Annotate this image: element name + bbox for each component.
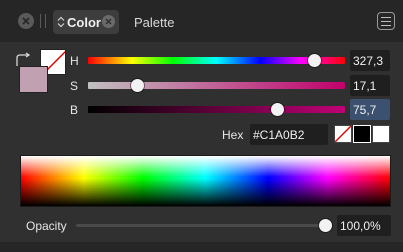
- brightness-slider-track[interactable]: [88, 106, 345, 113]
- brightness-value-field[interactable]: 75,7: [350, 99, 390, 120]
- brightness-label: B: [70, 103, 79, 117]
- saturation-slider-track[interactable]: [88, 82, 345, 89]
- saturation-slider-knob[interactable]: [130, 79, 144, 92]
- hex-input[interactable]: #C1A0B2: [250, 124, 328, 145]
- opacity-slider-track[interactable]: [76, 224, 329, 227]
- hue-slider-track[interactable]: [88, 57, 345, 64]
- tab-close-icon[interactable]: [102, 15, 115, 28]
- black-swatch[interactable]: [353, 125, 371, 143]
- opacity-value-field[interactable]: 100,0%: [337, 215, 391, 236]
- saturation-value-field[interactable]: 17,1: [350, 75, 390, 96]
- hue-value-field[interactable]: 327,3: [350, 50, 390, 71]
- panel-bottom-edge: [0, 242, 403, 252]
- panel-menu-icon[interactable]: [377, 12, 395, 30]
- panel-tab-bar: Color Palette: [0, 0, 403, 42]
- white-swatch[interactable]: [372, 125, 390, 143]
- opacity-label: Opacity: [26, 219, 67, 233]
- brightness-slider-knob[interactable]: [271, 103, 285, 116]
- no-color-icon[interactable]: [334, 125, 352, 143]
- opacity-slider-knob[interactable]: [318, 219, 332, 232]
- tab-color[interactable]: Color: [53, 10, 119, 34]
- color-spectrum[interactable]: [20, 155, 391, 207]
- tab-palette[interactable]: Palette: [134, 15, 174, 30]
- hue-label: H: [70, 54, 79, 68]
- tab-color-label: Color: [67, 15, 101, 30]
- close-icon[interactable]: [18, 13, 34, 29]
- hex-label: Hex: [222, 128, 244, 142]
- color-panel: Color Palette H 327,3 S 17,1 B 75,7 Hex …: [0, 0, 403, 252]
- hue-slider-knob[interactable]: [307, 54, 321, 67]
- chevron-up-down-icon: [57, 16, 65, 28]
- fill-swatch[interactable]: [19, 66, 48, 93]
- saturation-label: S: [70, 79, 79, 93]
- drag-grip-icon[interactable]: [40, 14, 46, 28]
